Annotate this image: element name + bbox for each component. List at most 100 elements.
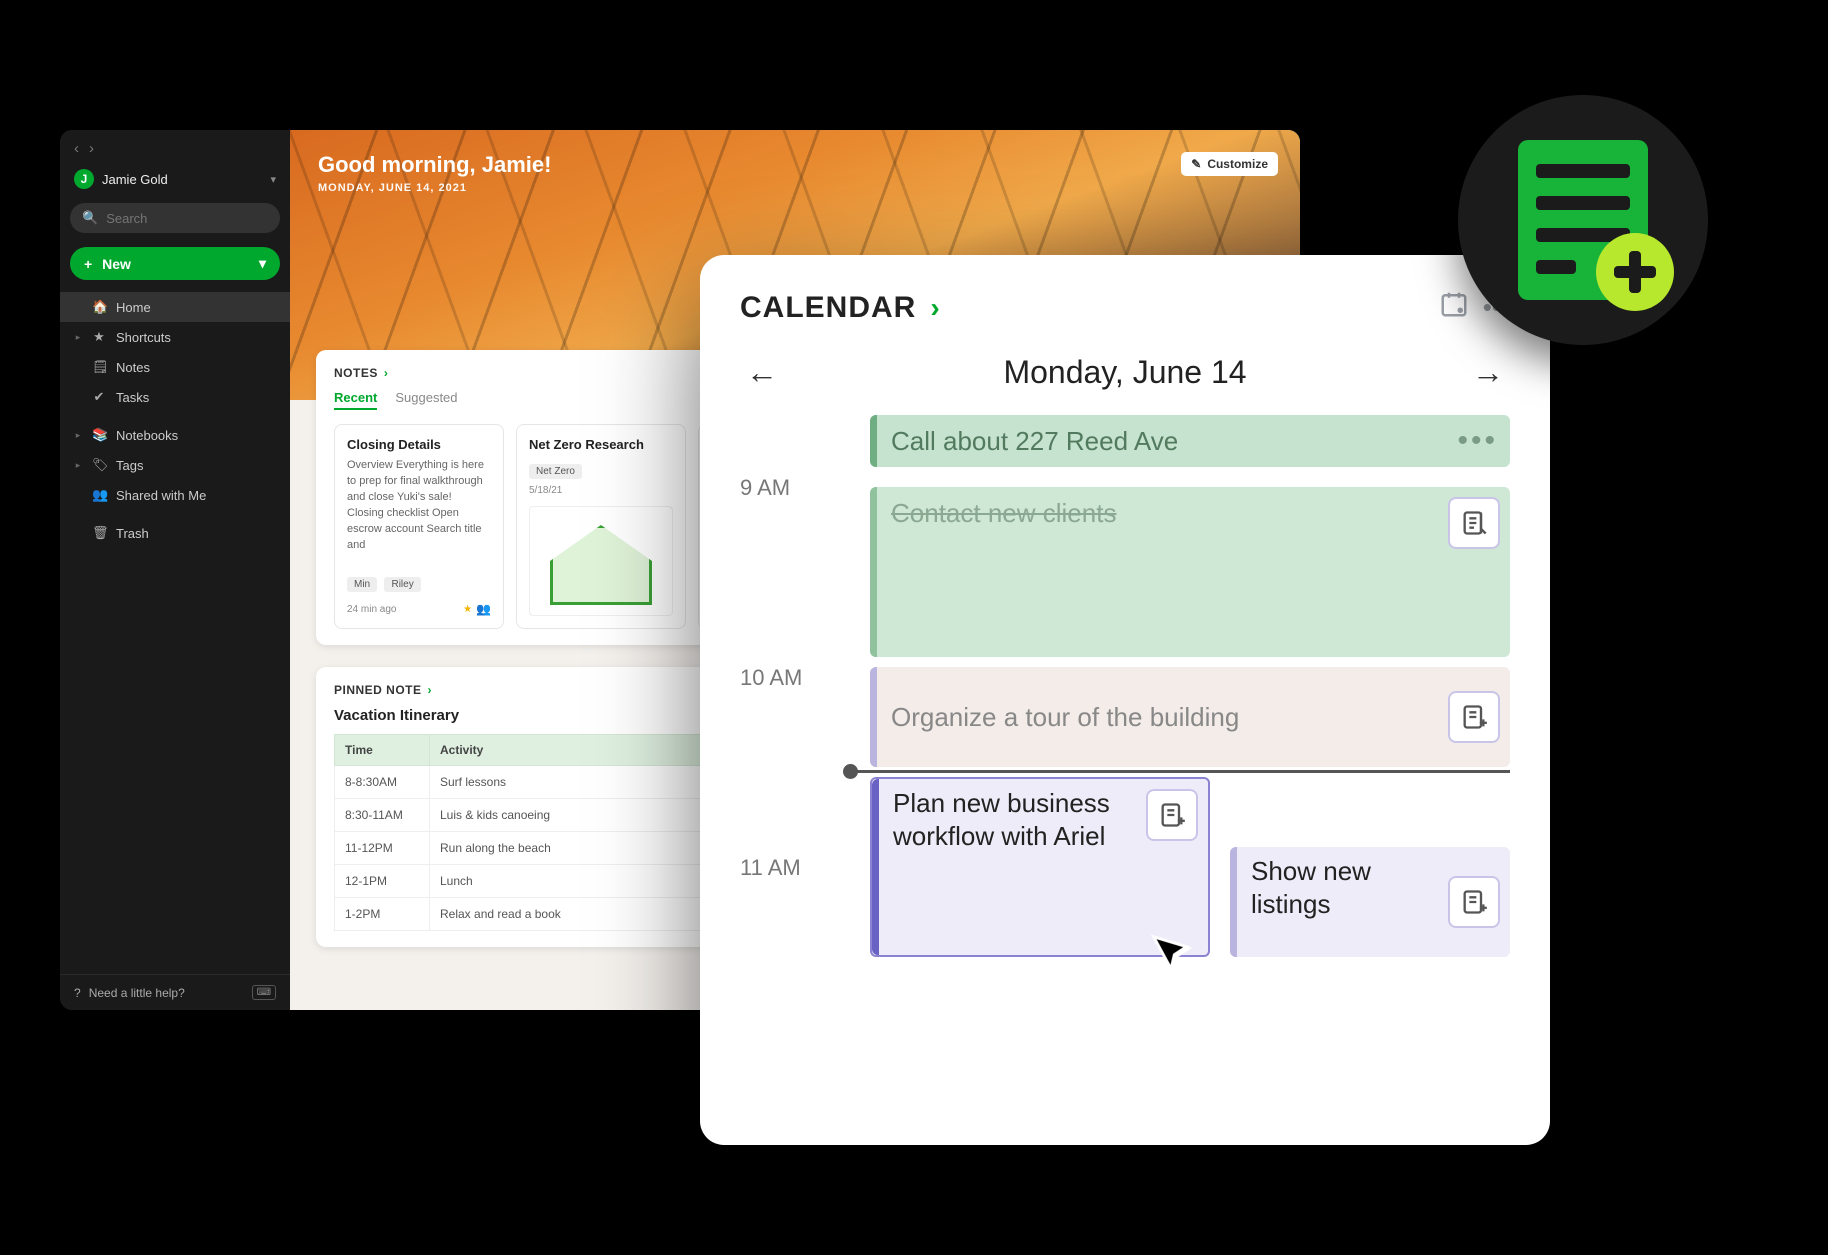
calendar-day-label: Monday, June 14 [1003,354,1246,391]
avatar: J [74,169,94,189]
tab-recent[interactable]: Recent [334,390,377,410]
table-header: Time [335,735,430,766]
plus-icon: + [84,256,92,272]
time-label: 9 AM [740,475,850,665]
add-note-button[interactable] [1448,691,1500,743]
calendar-body: 9 AM 10 AM 11 AM Call about 227 Reed Ave… [740,415,1510,1055]
calendar-widget: CALENDAR › ••• ← Monday, June 14 → 9 AM … [700,255,1550,1145]
search-icon: 🔍 [82,210,98,226]
add-note-button[interactable] [1448,876,1500,928]
event-title: Call about 227 Reed Ave [877,417,1457,466]
sidebar-item-notebooks[interactable]: ▸ 📚 Notebooks [60,420,290,450]
sidebar-footer: ? Need a little help? ⌨ [60,974,290,1010]
customize-button[interactable]: ✎ Customize [1181,152,1278,176]
event-title: Organize a tour of the building [877,693,1448,742]
tag-chip[interactable]: Riley [384,577,420,592]
sidebar-item-label: Tasks [116,390,149,405]
calendar-event[interactable]: Organize a tour of the building [870,667,1510,767]
chevron-right-icon[interactable]: › [384,366,389,380]
star-icon: ★ [92,329,106,345]
trash-icon: 🗑 [92,525,106,541]
shared-icon: 👥 [476,602,491,616]
prev-day-button[interactable]: ← [740,348,784,397]
pinned-widget-title: PINNED NOTE [334,683,422,697]
sidebar-item-trash[interactable]: 🗑 Trash [60,518,290,548]
sidebar-item-label: Tags [116,458,143,473]
check-icon: ✔ [92,389,106,405]
customize-icon: ✎ [1191,157,1201,171]
next-day-button[interactable]: → [1466,348,1510,397]
sidebar-item-label: Notes [116,360,150,375]
note-card[interactable]: Net Zero Research Net Zero 5/18/21 [516,424,686,629]
cell-time: 12-1PM [335,865,430,898]
calendar-event[interactable]: Show new listings [1230,847,1510,957]
search-input[interactable] [106,211,282,226]
cell-time: 8-8:30AM [335,766,430,799]
expand-icon[interactable]: ▸ [74,460,82,471]
nav-forward-icon[interactable]: › [89,140,94,157]
current-time-indicator [850,770,1510,773]
chevron-right-icon[interactable]: › [930,292,939,324]
calendar-event[interactable]: Contact new clients [870,487,1510,657]
notes-widget-title: NOTES [334,366,378,380]
nav-arrows: ‹ › [60,130,290,161]
account-switcher[interactable]: J Jamie Gold ▾ [60,161,290,197]
sidebar-item-notes[interactable]: 🗒 Notes [60,352,290,382]
note-thumbnail [529,506,673,616]
tab-suggested[interactable]: Suggested [395,390,457,410]
chevron-right-icon[interactable]: › [428,683,433,697]
time-label: 10 AM [740,665,850,855]
note-title: Net Zero Research [529,437,673,452]
sidebar-item-label: Shortcuts [116,330,171,345]
event-title: Contact new clients [877,487,1448,538]
notebook-icon: 📚 [92,427,106,443]
sidebar-item-shortcuts[interactable]: ▸ ★ Shortcuts [60,322,290,352]
expand-icon[interactable]: ▸ [74,430,82,441]
chevron-down-icon: ▾ [259,255,266,272]
user-name: Jamie Gold [102,172,262,187]
greeting: Good morning, Jamie! [318,152,1272,178]
expand-icon[interactable]: ▸ [74,332,82,343]
calendar-event-allday[interactable]: Call about 227 Reed Ave ••• [870,415,1510,467]
help-link[interactable]: Need a little help? [89,986,185,1000]
keyboard-icon[interactable]: ⌨ [252,985,276,1000]
nav-back-icon[interactable]: ‹ [74,140,79,157]
search-field[interactable]: 🔍 [70,203,280,233]
cell-time: 11-12PM [335,832,430,865]
cell-time: 1-2PM [335,898,430,931]
sidebar: ‹ › J Jamie Gold ▾ 🔍 + New ▾ 🏠 Home ▸ ★ Shor… [60,130,290,1010]
note-timestamp: 5/18/21 [529,485,673,496]
note-icon: 🗒 [92,359,106,375]
share-icon: 👥 [92,487,106,503]
open-note-button[interactable] [1448,497,1500,549]
tag-chip[interactable]: Min [347,577,377,592]
chevron-down-icon: ▾ [270,173,276,186]
tag-icon: 🏷 [92,457,106,473]
time-column: 9 AM 10 AM 11 AM [740,475,850,1045]
more-icon[interactable]: ••• [1457,424,1498,458]
sidebar-item-label: Shared with Me [116,488,206,503]
tag-chip[interactable]: Net Zero [529,464,582,479]
calendar-icon[interactable] [1439,289,1469,326]
home-icon: 🏠 [92,299,106,315]
create-note-badge[interactable] [1458,95,1708,345]
sidebar-item-tasks[interactable]: ✔ Tasks [60,382,290,412]
help-icon: ? [74,986,81,1000]
note-title: Closing Details [347,437,491,452]
time-label: 11 AM [740,855,850,1045]
sidebar-item-home[interactable]: 🏠 Home [60,292,290,322]
new-button[interactable]: + New ▾ [70,247,280,280]
customize-label: Customize [1207,157,1268,171]
sidebar-item-shared-with-me[interactable]: 👥 Shared with Me [60,480,290,510]
add-note-button[interactable] [1146,789,1198,841]
calendar-event-selected[interactable]: Plan new business workflow with Ariel [870,777,1210,957]
calendar-title: CALENDAR [740,291,916,325]
cell-time: 8:30-11AM [335,799,430,832]
sidebar-item-label: Home [116,300,151,315]
note-card[interactable]: Closing Details Overview Everything is h… [334,424,504,629]
sidebar-item-label: Notebooks [116,428,178,443]
event-title: Show new listings [1237,847,1448,928]
note-snippet: Overview Everything is here to prep for … [347,458,491,571]
sidebar-item-label: Trash [116,526,149,541]
sidebar-item-tags[interactable]: ▸ 🏷 Tags [60,450,290,480]
